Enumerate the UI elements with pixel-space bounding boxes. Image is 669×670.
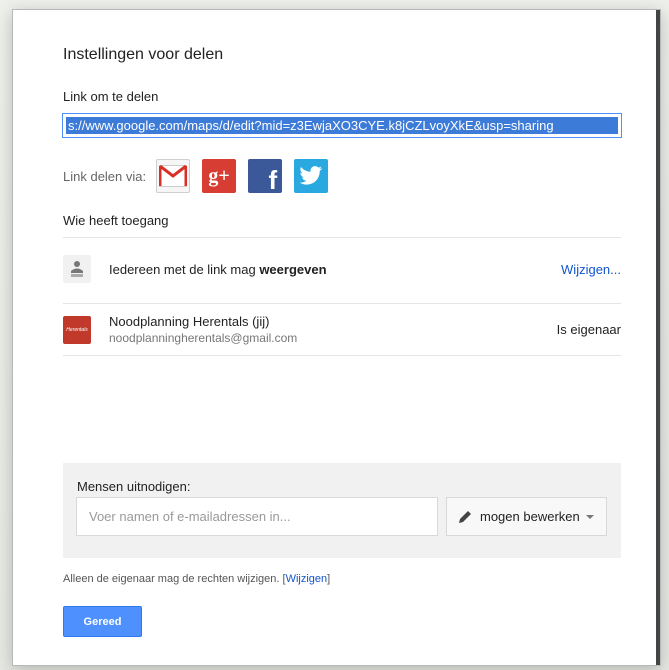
dialog-title: Instellingen voor delen — [63, 46, 224, 63]
access-divider-bottom — [63, 355, 621, 356]
permission-label: mogen bewerken — [480, 509, 580, 524]
owner-email: noodplanningherentals@gmail.com — [109, 331, 298, 345]
invite-label: Mensen uitnodigen: — [77, 479, 191, 494]
permission-dropdown-button[interactable]: mogen bewerken — [446, 497, 607, 536]
access-row-link: Iedereen met de link mag weergeven Wijzi… — [63, 255, 621, 283]
share-link-field[interactable]: s://www.google.com/maps/d/edit?mid=z3Ewj… — [62, 113, 622, 138]
link-access-level: weergeven — [259, 261, 327, 277]
facebook-glyph: f — [268, 165, 278, 193]
change-rights-link[interactable]: Wijzigen — [286, 573, 328, 585]
dialog-right-edge — [656, 10, 660, 665]
share-settings-dialog: Instellingen voor delen Link om te delen… — [12, 9, 661, 666]
invite-panel: Mensen uitnodigen: mogen bewerken — [63, 463, 621, 558]
person-icon — [71, 261, 83, 277]
pencil-icon — [459, 510, 471, 523]
share-via-label: Link delen via: — [63, 168, 147, 184]
access-divider-top — [63, 237, 621, 238]
people-icon — [63, 255, 91, 283]
link-access-prefix: Iedereen met de link mag — [109, 261, 260, 277]
share-link-value[interactable]: s://www.google.com/maps/d/edit?mid=z3Ewj… — [66, 117, 618, 134]
google-plus-icon[interactable]: g+ — [202, 159, 237, 193]
access-section-label: Wie heeft toegang — [63, 213, 169, 228]
done-button[interactable]: Gereed — [63, 606, 142, 637]
footer-bracket-close: ] — [327, 573, 331, 585]
gmail-icon[interactable] — [156, 159, 191, 193]
herentals-logo-text: Herentals — [66, 326, 88, 333]
owner-permission-note: Alleen de eigenaar mag de rechten wijzig… — [63, 573, 330, 585]
gmail-envelope-icon — [159, 165, 188, 187]
share-link-section-label: Link om te delen — [63, 89, 159, 104]
link-access-text: Iedereen met de link mag weergeven — [109, 262, 561, 277]
access-divider-middle — [63, 303, 621, 304]
owner-info: Noodplanning Herentals (jij) noodplannin… — [109, 314, 557, 345]
share-via-row: Link delen via: g+ f — [63, 159, 340, 193]
owner-permission-text: Alleen de eigenaar mag de rechten wijzig… — [63, 573, 283, 585]
herentals-logo-icon: Herentals — [63, 315, 91, 344]
access-row-owner: Herentals Noodplanning Herentals (jij) n… — [63, 314, 621, 345]
owner-role: Is eigenaar — [556, 322, 621, 337]
twitter-icon[interactable] — [294, 159, 329, 193]
owner-name: Noodplanning Herentals (jij) — [109, 314, 270, 329]
facebook-icon[interactable]: f — [248, 159, 283, 193]
invite-input[interactable] — [76, 497, 438, 536]
twitter-bird-icon — [299, 166, 323, 185]
chevron-down-icon — [585, 514, 594, 519]
google-plus-glyph: g+ — [208, 164, 230, 187]
change-link-access-link[interactable]: Wijzigen... — [561, 262, 621, 277]
